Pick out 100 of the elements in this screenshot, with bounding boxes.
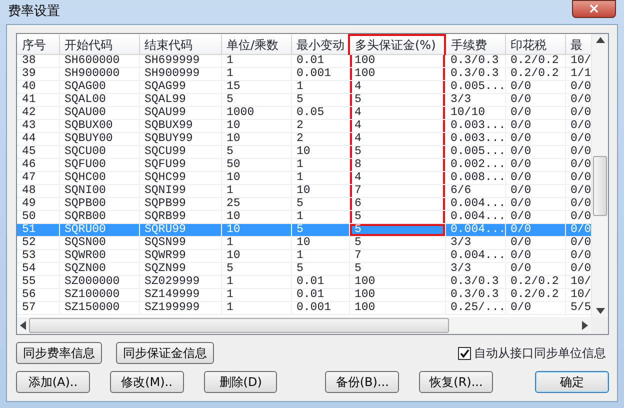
table-cell: 1 [291,158,349,172]
action-button[interactable]: 添加(A).. [16,371,90,393]
table-cell: 0/0 [505,132,565,146]
table-cell: 0/0 [505,184,565,198]
table-cell: 49 [17,198,59,210]
table-cell: 42 [17,106,59,120]
sync-button[interactable]: 同步保证金信息 [116,342,214,364]
scrollbar-thumb[interactable] [593,156,607,216]
table-cell: 1 [291,172,349,184]
column-header[interactable]: 手续费 [445,35,505,54]
table-cell: 47 [17,172,59,184]
table-cell: 45 [17,146,59,158]
table-cell: SQFU99 [139,158,221,172]
column-header[interactable]: 最小变动 [291,35,349,54]
left-arrow-icon[interactable] [20,321,26,330]
table-cell: SZ199999 [139,302,221,314]
sync-button[interactable]: 同步费率信息 [16,342,102,364]
table-cell: 5 [221,146,291,158]
table-cell: 0.3/0.3 [445,276,505,288]
table-cell: 0.01 [291,276,349,288]
auto-sync-checkbox[interactable] [458,346,471,360]
table-cell: 0.01 [291,54,349,68]
table-cell: 57 [17,302,59,314]
table-cell: 5 [291,224,349,236]
table-cell: 43 [17,120,59,132]
table-cell: 0.003... [445,132,505,146]
table-cell: SQSN00 [59,236,139,250]
table-cell: SH699999 [139,54,221,68]
action-button[interactable]: 恢复(R)... [419,371,494,393]
table-cell: SQAL00 [59,94,139,106]
table-cell: 50 [221,158,291,172]
table-cell: SQAL99 [139,94,221,106]
table-cell: 0/0 [505,224,565,236]
table-cell: 10 [291,236,349,250]
table-cell: 0.003... [445,120,505,132]
horizontal-scrollbar[interactable] [17,317,591,334]
table-cell: SQHC00 [59,172,139,184]
up-arrow-icon[interactable] [596,37,604,43]
table-cell: 5 [349,236,445,250]
table-cell: 1000 [221,106,291,120]
table-cell: 10 [221,132,291,146]
table-cell: SQWR00 [59,250,139,262]
table-cell: 48 [17,184,59,198]
table-cell: 44 [17,132,59,146]
vertical-scrollbar[interactable] [591,34,608,317]
column-header[interactable]: 单位/乘数 [221,35,291,54]
table-cell: 40 [17,80,59,94]
table-cell: SQCU99 [139,146,221,158]
scrollbar-thumb[interactable] [29,318,449,333]
right-arrow-icon[interactable] [582,321,588,330]
table-cell: 10 [291,146,349,158]
table-cell: 5 [291,198,349,210]
table-cell: SQPB99 [139,198,221,210]
table-cell: 15 [221,80,291,94]
table-cell: 53 [17,250,59,262]
table-cell: 7 [349,184,445,198]
table-cell: 46 [17,158,59,172]
action-button[interactable]: 确定 [535,371,609,393]
action-button[interactable]: 修改(M).. [110,371,184,393]
table-cell: 5 [349,146,445,158]
table-cell: 0.004... [445,250,505,262]
table-cell: 4 [349,132,445,146]
table-cell: 0.2/0.2 [505,288,565,302]
table-cell: SQNI00 [59,184,139,198]
table-cell: 4 [349,80,445,94]
table-cell: 5 [349,262,445,276]
table-cell: SQZN99 [139,262,221,276]
column-header[interactable]: 多头保证金(%) [349,35,445,54]
table-cell: SH900999 [139,68,221,80]
column-header[interactable]: 结束代码 [139,35,221,54]
table-cell: 2 [291,120,349,132]
table-cell: 3/3 [445,94,505,106]
table-cell: 0.3/0.3 [445,288,505,302]
table-cell: 0/0 [505,146,565,158]
action-button[interactable]: 删除(D) [204,371,278,393]
column-header[interactable]: 序号 [17,35,59,54]
table-cell: 0/0 [505,172,565,184]
table-cell: 0.3/0.3 [445,54,505,68]
table-cell: 0/0 [505,236,565,250]
column-header[interactable]: 最 [565,35,591,54]
table-cell: 39 [17,68,59,80]
table-cell: 5 [221,262,291,276]
table-cell: 100 [349,302,445,314]
table-cell: 100 [349,288,445,302]
table-cell: SQHC99 [139,172,221,184]
table-cell: 5 [291,94,349,106]
action-button[interactable]: 备份(B)... [325,371,400,393]
table-cell: 0/0 [505,94,565,106]
table-cell: 0.001 [291,302,349,314]
table-cell: 51 [17,224,59,236]
table-cell: 52 [17,236,59,250]
table-cell: 0/0 [505,302,565,314]
down-arrow-icon[interactable] [596,308,604,314]
column-header[interactable]: 开始代码 [59,35,139,54]
table-cell: SQBUX00 [59,120,139,132]
table-cell: 0.01 [291,288,349,302]
table-cell: SQBUY99 [139,132,221,146]
column-header[interactable]: 印花税 [505,35,565,54]
table-cell: SQBUX99 [139,120,221,132]
table-cell: 0.2/0.2 [505,68,565,80]
